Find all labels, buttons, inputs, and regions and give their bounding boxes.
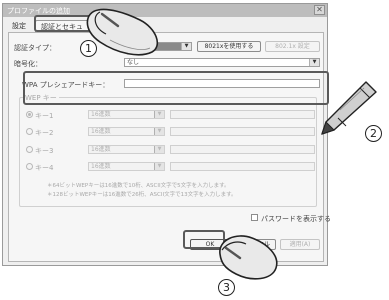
callout-2: 2 [365, 125, 382, 142]
callout-1: 1 [80, 40, 97, 57]
mouse-icon [219, 235, 278, 280]
mouse-icon [86, 8, 159, 56]
illustration-overlay [86, 8, 377, 280]
callout-3: 3 [218, 279, 235, 296]
